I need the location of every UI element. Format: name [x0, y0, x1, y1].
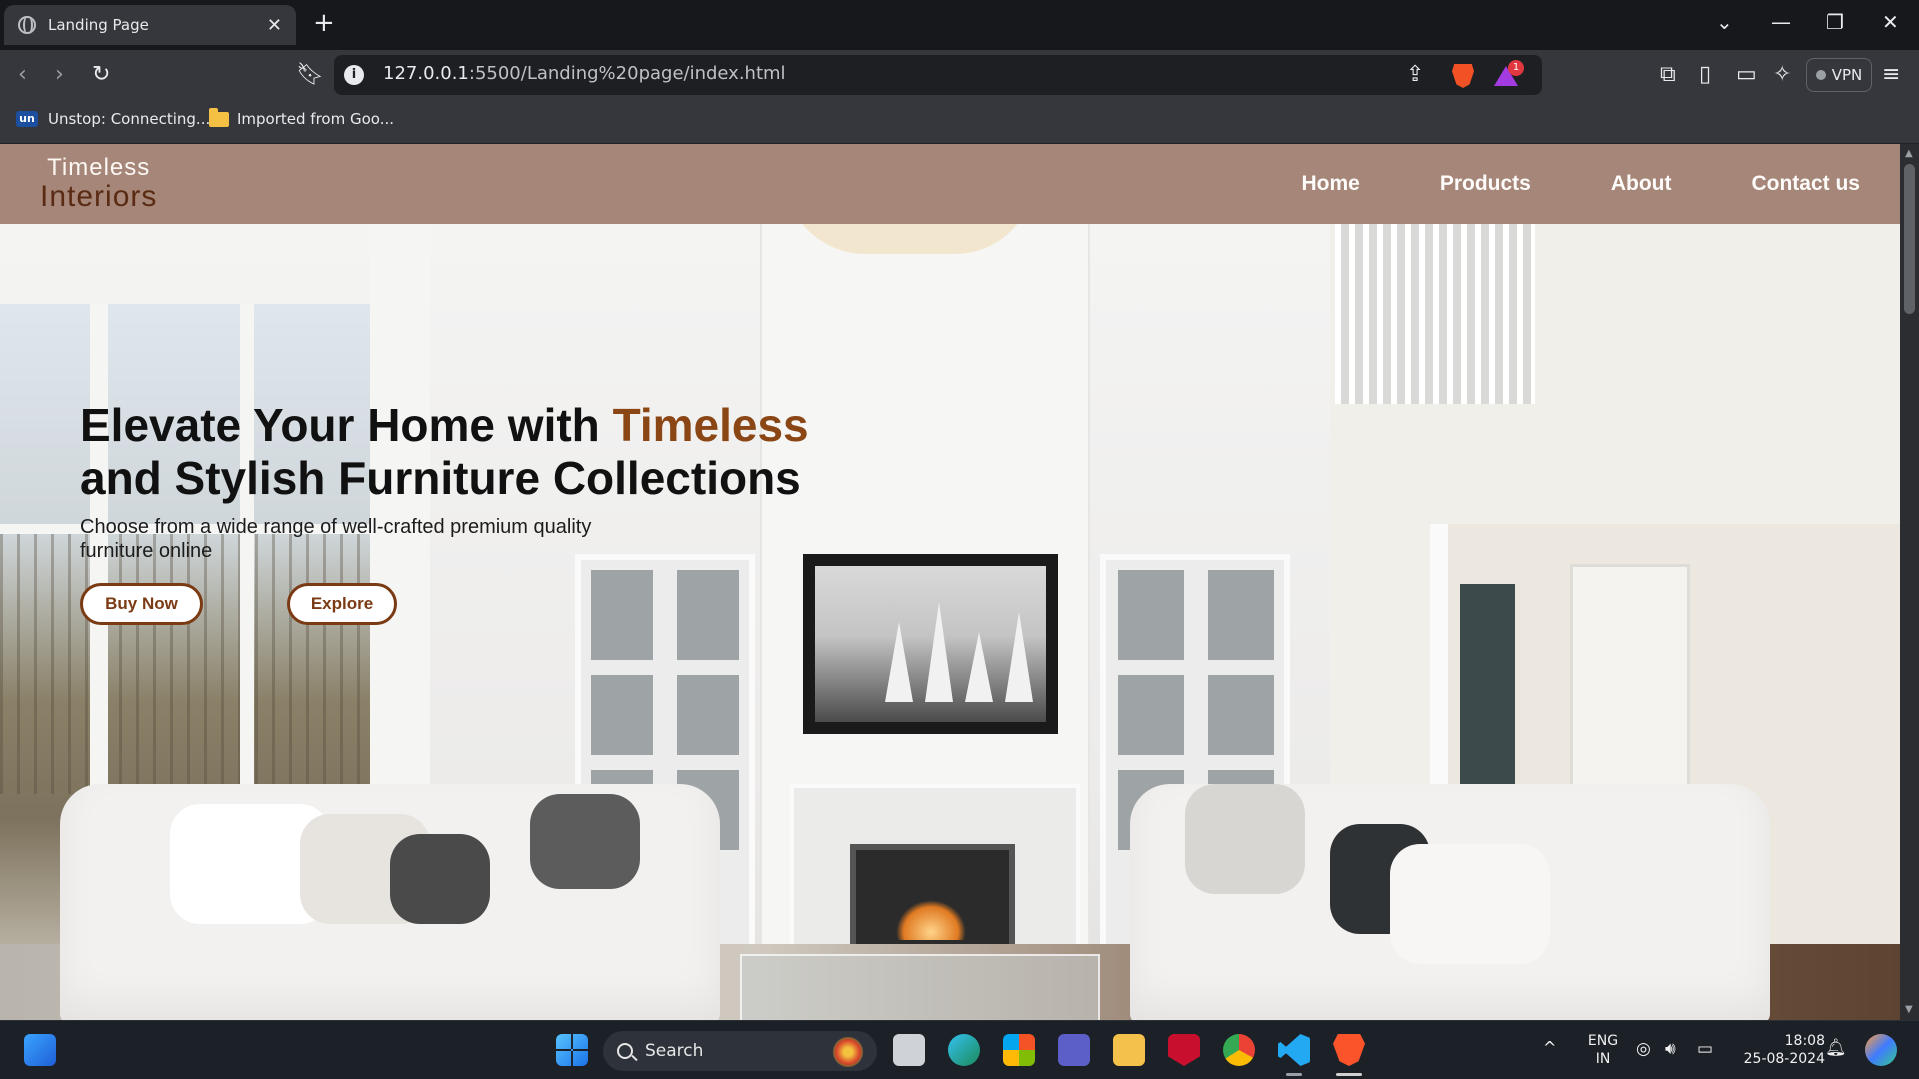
vpn-status-icon: [1815, 70, 1826, 80]
language-indicator[interactable]: ENG IN: [1583, 1032, 1623, 1068]
nav-home[interactable]: Home: [1301, 172, 1359, 196]
windows-taskbar: Search ^ ENG IN ◎ 🔊︎ ▭ 18:08 25-08-2024 …: [0, 1020, 1919, 1079]
leo-ai-icon[interactable]: ✧: [1773, 62, 1791, 88]
browser-tab-strip: Landing Page ✕ + ⌄ — ❐ ✕: [0, 0, 1919, 50]
nav-contact[interactable]: Contact us: [1751, 172, 1860, 196]
vpn-button[interactable]: VPN: [1806, 58, 1872, 92]
nav-links: Home Products About Contact us: [1301, 144, 1860, 224]
menu-icon[interactable]: ≡: [1882, 62, 1900, 88]
battery-icon[interactable]: ▭: [1697, 1040, 1713, 1058]
bookmark-unstop[interactable]: un Unstop: Connecting...: [16, 110, 210, 128]
hero-copy: Elevate Your Home with Timeless and Styl…: [80, 399, 900, 563]
scroll-down-icon[interactable]: ▼: [1905, 1004, 1913, 1015]
tab-title: Landing Page: [48, 16, 149, 34]
new-tab-button[interactable]: +: [313, 8, 335, 38]
edge-icon[interactable]: [948, 1034, 980, 1066]
brave-active-indicator: [1336, 1073, 1362, 1076]
widgets-icon[interactable]: [24, 1034, 56, 1066]
wallet-icon[interactable]: ▭: [1736, 62, 1757, 88]
clock[interactable]: 18:08 25-08-2024: [1733, 1032, 1825, 1068]
share-icon[interactable]: ⇪: [1406, 62, 1424, 88]
hero-background-image: [0, 174, 1900, 1020]
url-text[interactable]: 127.0.0.1:5500/Landing%20page/index.html: [383, 63, 786, 84]
mcafee-icon[interactable]: [1168, 1034, 1200, 1066]
restore-icon[interactable]: ❐: [1826, 10, 1844, 34]
unstop-icon: un: [16, 111, 38, 127]
search-label: Search: [645, 1041, 704, 1061]
hero-subtitle: Choose from a wide range of well-crafted…: [80, 516, 592, 562]
minimize-icon[interactable]: —: [1771, 10, 1791, 34]
site-logo[interactable]: Timeless Interiors: [40, 156, 157, 212]
logo-line-2: Interiors: [40, 180, 158, 213]
windows-start-icon[interactable]: [556, 1034, 588, 1066]
site-navbar: Timeless Interiors Home Products About C…: [0, 144, 1900, 224]
scrollbar-thumb[interactable]: [1904, 164, 1915, 314]
search-icon: [617, 1043, 633, 1059]
tab-close-icon[interactable]: ✕: [267, 15, 282, 36]
scroll-up-icon[interactable]: ▲: [1905, 148, 1913, 159]
explore-button[interactable]: Explore: [287, 583, 397, 625]
nav-products[interactable]: Products: [1440, 172, 1531, 196]
reload-icon[interactable]: ↻: [92, 62, 110, 88]
page-scrollbar[interactable]: ▲ ▼: [1900, 144, 1919, 1020]
copilot-icon[interactable]: [1865, 1034, 1897, 1066]
logo-line-1: Timeless: [47, 154, 151, 181]
forward-icon[interactable]: ›: [55, 62, 64, 88]
sailboat-painting: [803, 554, 1058, 734]
extensions-icon[interactable]: ⧉: [1660, 62, 1676, 88]
volume-icon[interactable]: 🔊︎: [1665, 1040, 1676, 1058]
upper-railing: [1335, 224, 1535, 404]
buy-now-button[interactable]: Buy Now: [80, 583, 203, 625]
folder-icon: [209, 107, 229, 127]
tab-search-chevron-icon[interactable]: ⌄: [1716, 10, 1733, 34]
taskbar-search[interactable]: Search: [603, 1031, 877, 1071]
fireplace: [850, 844, 1015, 954]
bookmarks-bar: un Unstop: Connecting... Imported from G…: [0, 100, 1919, 144]
network-icon[interactable]: ◎: [1636, 1040, 1651, 1058]
task-view-icon[interactable]: [893, 1034, 925, 1066]
chrome-icon[interactable]: [1223, 1034, 1255, 1066]
page-viewport: Timeless Interiors Home Products About C…: [0, 144, 1900, 1020]
back-icon[interactable]: ‹: [18, 62, 27, 88]
close-window-icon[interactable]: ✕: [1882, 10, 1899, 34]
bookmark-label: Unstop: Connecting...: [48, 110, 211, 128]
store-icon[interactable]: [1003, 1034, 1035, 1066]
notifications-icon[interactable]: 🔔︎: [1825, 1039, 1847, 1057]
tab-landing-page[interactable]: Landing Page ✕: [4, 5, 296, 45]
bookmark-imported-folder[interactable]: Imported from Goo...: [209, 107, 394, 128]
teams-icon[interactable]: [1058, 1034, 1090, 1066]
glass-coffee-table: [740, 954, 1100, 1020]
hero-title-accent: Timeless: [612, 399, 809, 451]
globe-icon: [18, 16, 36, 34]
site-info-icon[interactable]: i: [344, 65, 364, 85]
sidebar-icon[interactable]: ▯: [1699, 62, 1711, 88]
bookmark-icon[interactable]: 🔖︎: [296, 62, 324, 88]
rewards-badge: 1: [1508, 60, 1524, 76]
nav-about[interactable]: About: [1611, 172, 1672, 196]
brave-taskbar-icon[interactable]: [1333, 1034, 1365, 1066]
vpn-label: VPN: [1831, 66, 1863, 84]
vscode-icon[interactable]: [1278, 1034, 1310, 1066]
vscode-running-indicator: [1286, 1073, 1302, 1076]
search-highlight-icon: [833, 1037, 863, 1067]
file-explorer-icon[interactable]: [1113, 1034, 1145, 1066]
hero-title: Elevate Your Home with Timeless and Styl…: [80, 399, 809, 504]
bookmark-label: Imported from Goo...: [237, 110, 394, 128]
show-hidden-icons[interactable]: ^: [1543, 1039, 1556, 1057]
